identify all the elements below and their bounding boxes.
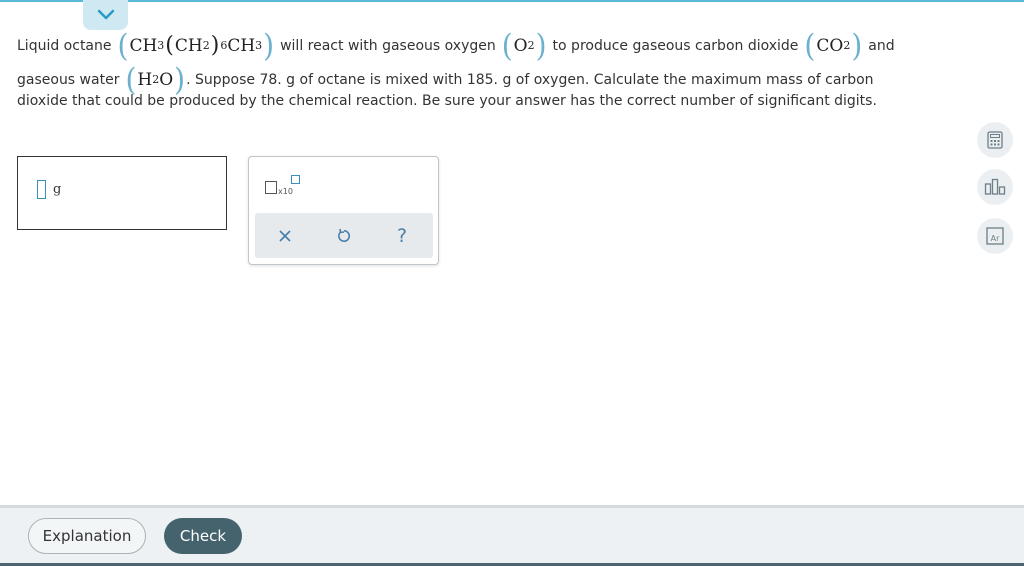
paren-open: (: [117, 27, 129, 64]
periodic-table-icon: Ar: [986, 227, 1004, 245]
water-formula: H2O: [137, 70, 174, 90]
bar-chart-icon: [984, 178, 1006, 195]
mantissa-slot-icon: [265, 181, 277, 194]
help-button[interactable]: ?: [390, 224, 414, 248]
answer-unit: g: [53, 182, 62, 197]
collapse-toggle[interactable]: [83, 0, 128, 30]
calculator-icon: [987, 131, 1003, 149]
scientific-notation-button[interactable]: x10: [265, 175, 305, 201]
math-palette: x10 ?: [248, 156, 439, 265]
question-text: . Suppose 78. g of octane is mixed with …: [186, 72, 874, 88]
top-accent-line: [0, 0, 1024, 2]
co2-formula: CO 2: [816, 36, 851, 56]
footer-bar: [0, 508, 1024, 563]
question-text: and: [868, 38, 895, 54]
periodic-symbol: Ar: [991, 234, 1000, 243]
question-line-3: dioxide that could be produced by the ch…: [17, 91, 947, 111]
palette-actions: ?: [255, 213, 433, 258]
question-text: will react with gaseous oxygen: [280, 38, 496, 54]
close-icon: [279, 230, 291, 242]
exponent-slot-icon: [291, 175, 300, 184]
periodic-table-button[interactable]: Ar: [977, 218, 1013, 254]
question-text: to produce gaseous carbon dioxide: [552, 38, 799, 54]
question-text: dioxide that could be produced by the ch…: [17, 93, 877, 109]
question-line-1: Liquid octane ( CH 3 ( CH 2 ) 6 CH 3 ) will …: [17, 27, 895, 64]
undo-icon: [338, 228, 350, 242]
check-button[interactable]: Check: [164, 518, 242, 554]
explanation-button[interactable]: Explanation: [28, 518, 146, 554]
x10-label: x10: [278, 187, 293, 196]
undo-button[interactable]: [332, 224, 356, 248]
octane-formula: CH 3 ( CH 2 ) 6 CH 3: [129, 33, 263, 58]
question-text: Liquid octane: [17, 38, 112, 54]
answer-input[interactable]: [37, 180, 46, 199]
answer-box: g: [17, 156, 227, 230]
oxygen-formula: O2: [513, 36, 535, 56]
chevron-down-icon: [97, 9, 114, 20]
chart-button[interactable]: [977, 169, 1013, 205]
paren-close: ): [263, 27, 275, 64]
clear-button[interactable]: [273, 224, 297, 248]
question-text: gaseous water: [17, 72, 120, 88]
calculator-button[interactable]: [977, 122, 1013, 158]
question-prompt: Liquid octane ( CH 3 ( CH 2 ) 6 CH 3 ) will …: [17, 28, 947, 111]
